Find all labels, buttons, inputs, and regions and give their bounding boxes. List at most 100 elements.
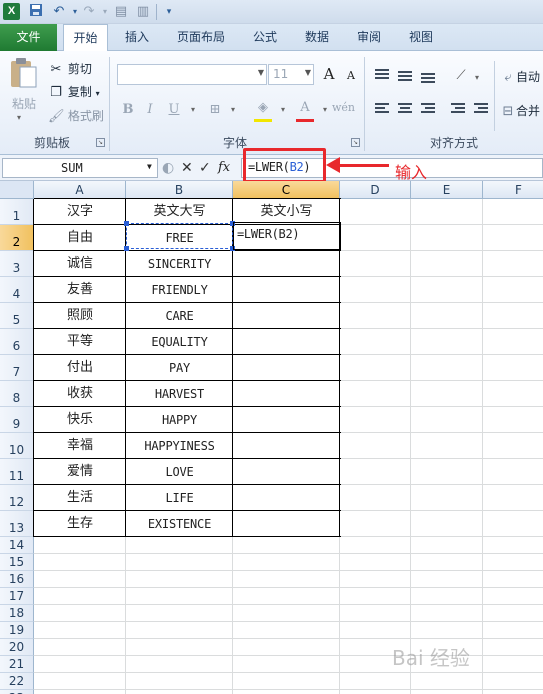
- tab-formulas[interactable]: 公式: [244, 24, 286, 51]
- column-header-c[interactable]: C: [233, 181, 340, 199]
- formula-bar-handle-icon[interactable]: ◐: [162, 159, 174, 177]
- font-color-icon[interactable]: A: [294, 97, 316, 119]
- bold-button[interactable]: B: [117, 99, 139, 121]
- font-size-combo[interactable]: 11 ▼: [268, 64, 314, 85]
- uppercase-cell[interactable]: CARE: [126, 303, 233, 329]
- row-header-1[interactable]: 1: [0, 199, 34, 225]
- row-header-23[interactable]: 23: [0, 690, 34, 694]
- worksheet-grid[interactable]: ABCDEF 1 2 3 4 5 6 7 8 9 10 11 12 13 14 15 16 17 18 19 20 21…: [0, 181, 543, 694]
- underline-dropdown-icon[interactable]: ▾: [182, 99, 204, 121]
- tab-page-layout[interactable]: 页面布局: [170, 24, 232, 51]
- row-header-2[interactable]: 2: [0, 225, 34, 251]
- italic-button[interactable]: I: [139, 99, 161, 121]
- column-header-d[interactable]: D: [340, 181, 411, 199]
- wrap-text-label: 自动: [516, 70, 541, 84]
- uppercase-cell[interactable]: FRIENDLY: [126, 277, 233, 303]
- save-icon[interactable]: [27, 3, 45, 21]
- hanzi-cell[interactable]: 诚信: [34, 251, 126, 277]
- row-header-4[interactable]: 4: [0, 277, 34, 303]
- paste-dropdown-icon[interactable]: ▾: [17, 113, 21, 122]
- row-header-20[interactable]: 20: [0, 639, 34, 656]
- uppercase-cell[interactable]: HAPPYINESS: [126, 433, 233, 459]
- cut-button[interactable]: ✂ 剪切: [48, 60, 92, 78]
- row-header-15[interactable]: 15: [0, 554, 34, 571]
- phonetic-icon[interactable]: wén: [332, 97, 355, 119]
- uppercase-cell[interactable]: HARVEST: [126, 381, 233, 407]
- print-preview-icon[interactable]: ▤: [112, 3, 130, 21]
- row-header-5[interactable]: 5: [0, 303, 34, 329]
- orientation-dropdown-icon[interactable]: ▾: [466, 67, 488, 89]
- row-header-8[interactable]: 8: [0, 381, 34, 407]
- row-header-6[interactable]: 6: [0, 329, 34, 355]
- column-header-e[interactable]: E: [411, 181, 483, 199]
- uppercase-cell[interactable]: LOVE: [126, 459, 233, 485]
- fill-color-icon[interactable]: ◈: [252, 97, 274, 119]
- font-name-combo[interactable]: ▼: [117, 64, 267, 85]
- borders-dropdown-icon[interactable]: ▾: [222, 99, 244, 121]
- hanzi-cell[interactable]: 平等: [34, 329, 126, 355]
- name-box[interactable]: SUM ▼: [2, 158, 158, 178]
- paste-icon[interactable]: [8, 57, 38, 93]
- formula-highlight-box: [243, 148, 326, 183]
- column-header-a[interactable]: A: [34, 181, 126, 199]
- hanzi-cell[interactable]: 照顾: [34, 303, 126, 329]
- tab-view[interactable]: 视图: [400, 24, 442, 51]
- hanzi-cell[interactable]: 生存: [34, 511, 126, 537]
- hanzi-cell[interactable]: 收获: [34, 381, 126, 407]
- row-header-19[interactable]: 19: [0, 622, 34, 639]
- hanzi-cell[interactable]: 快乐: [34, 407, 126, 433]
- uppercase-cell[interactable]: HAPPY: [126, 407, 233, 433]
- paste-button-label[interactable]: 粘贴: [12, 95, 36, 112]
- hanzi-cell[interactable]: 爱情: [34, 459, 126, 485]
- enter-icon[interactable]: ✓: [199, 159, 211, 177]
- row-header-21[interactable]: 21: [0, 656, 34, 673]
- merge-center-button[interactable]: ⊟ 合并: [500, 102, 540, 120]
- cancel-icon[interactable]: ✕: [181, 159, 193, 177]
- fill-dropdown-icon[interactable]: ▾: [272, 99, 294, 121]
- row-header-9[interactable]: 9: [0, 407, 34, 433]
- font-launcher-icon[interactable]: ↘: [351, 138, 360, 147]
- uppercase-cell[interactable]: EXISTENCE: [126, 511, 233, 537]
- hanzi-cell[interactable]: 自由: [34, 225, 126, 251]
- column-header-f[interactable]: F: [483, 181, 543, 199]
- insert-function-icon[interactable]: fx: [218, 159, 230, 177]
- wrap-text-button[interactable]: ⤶ 自动: [500, 68, 540, 86]
- active-cell-c2[interactable]: =LWER(B2): [233, 222, 341, 250]
- hanzi-cell[interactable]: 幸福: [34, 433, 126, 459]
- customize-qat-icon[interactable]: ▾: [160, 3, 178, 21]
- tab-home[interactable]: 开始: [63, 24, 108, 52]
- header-cell[interactable]: 英文大写: [126, 199, 233, 225]
- table-border: [34, 250, 341, 251]
- tab-insert[interactable]: 插入: [116, 24, 158, 51]
- uppercase-cell[interactable]: PAY: [126, 355, 233, 381]
- tab-review[interactable]: 审阅: [348, 24, 390, 51]
- row-header-14[interactable]: 14: [0, 537, 34, 554]
- row-header-11[interactable]: 11: [0, 459, 34, 485]
- clipboard-launcher-icon[interactable]: ↘: [96, 138, 105, 147]
- uppercase-cell[interactable]: LIFE: [126, 485, 233, 511]
- hanzi-cell[interactable]: 付出: [34, 355, 126, 381]
- row-header-3[interactable]: 3: [0, 251, 34, 277]
- row-header-17[interactable]: 17: [0, 588, 34, 605]
- grow-font-button[interactable]: A: [318, 63, 340, 85]
- row-header-13[interactable]: 13: [0, 511, 34, 537]
- shrink-font-button[interactable]: A: [340, 65, 362, 87]
- quick-print-icon[interactable]: ▥: [134, 3, 152, 21]
- row-header-16[interactable]: 16: [0, 571, 34, 588]
- column-header-b[interactable]: B: [126, 181, 233, 199]
- row-header-7[interactable]: 7: [0, 355, 34, 381]
- select-all-corner[interactable]: [0, 181, 34, 199]
- header-cell[interactable]: 汉字: [34, 199, 126, 225]
- row-header-12[interactable]: 12: [0, 485, 34, 511]
- format-painter-button[interactable]: 🖌 格式刷: [48, 107, 104, 125]
- hanzi-cell[interactable]: 友善: [34, 277, 126, 303]
- copy-button[interactable]: ❐ 复制 ▾: [48, 83, 100, 101]
- row-header-18[interactable]: 18: [0, 605, 34, 622]
- tab-file[interactable]: 文件: [0, 24, 57, 51]
- row-header-22[interactable]: 22: [0, 673, 34, 690]
- hanzi-cell[interactable]: 生活: [34, 485, 126, 511]
- uppercase-cell[interactable]: EQUALITY: [126, 329, 233, 355]
- row-header-10[interactable]: 10: [0, 433, 34, 459]
- tab-data[interactable]: 数据: [296, 24, 338, 51]
- uppercase-cell[interactable]: SINCERITY: [126, 251, 233, 277]
